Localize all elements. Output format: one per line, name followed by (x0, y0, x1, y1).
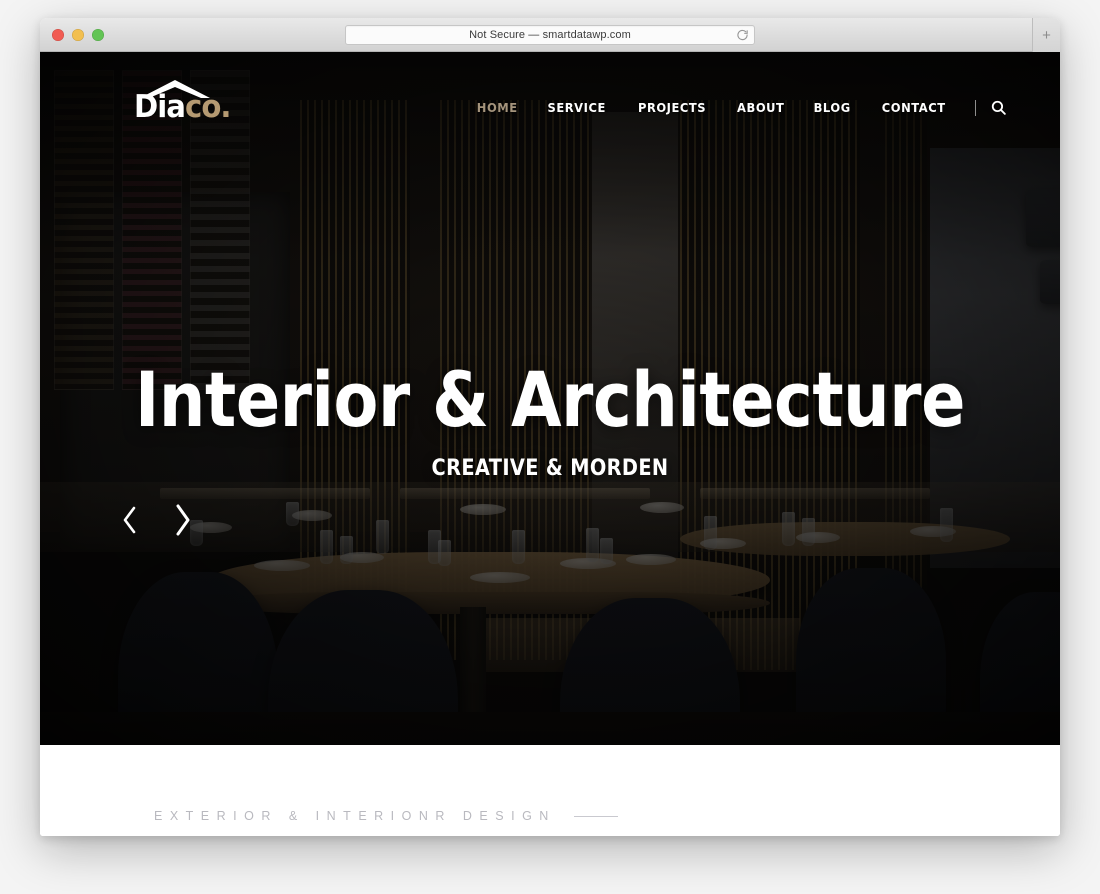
close-window-button[interactable] (52, 28, 64, 41)
logo-text-accent: co. (185, 89, 231, 125)
nav-item-about[interactable]: ABOUT (725, 94, 796, 121)
window-controls (52, 28, 104, 41)
services-section: EXTERIOR & INTERIONR DESIGN (40, 745, 1060, 836)
browser-window: Not Secure — smartdatawp.com + Diaco. HO… (40, 18, 1060, 836)
chevron-right-icon[interactable] (165, 500, 199, 540)
chevron-left-icon[interactable] (112, 500, 146, 540)
site-logo[interactable]: Diaco. (134, 78, 232, 128)
address-bar-container: Not Secure — smartdatawp.com (345, 24, 755, 45)
nav-item-projects[interactable]: PROJECTS (626, 94, 718, 121)
hero-subtitle: CREATIVE & MORDEN (431, 456, 669, 481)
hero-slider: Diaco. HOME SERVICE PROJECTS ABOUT BLOG … (40, 52, 1060, 745)
section-eyebrow: EXTERIOR & INTERIONR DESIGN (154, 809, 556, 823)
eyebrow-rule (573, 815, 618, 817)
address-bar[interactable]: Not Secure — smartdatawp.com (345, 24, 755, 45)
reload-icon[interactable] (736, 28, 749, 41)
nav-item-home[interactable]: HOME (465, 94, 530, 121)
nav-item-contact[interactable]: CONTACT (869, 94, 957, 121)
nav-item-blog[interactable]: BLOG (802, 94, 863, 121)
hero-copy: Interior & Architecture CREATIVE & MORDE… (40, 355, 1060, 482)
nav-item-service[interactable]: SERVICE (536, 94, 618, 121)
url-text: Not Secure — smartdatawp.com (469, 28, 631, 41)
nav-divider (975, 99, 976, 116)
minimize-window-button[interactable] (72, 28, 84, 41)
logo-text-primary: Dia (134, 89, 186, 125)
maximize-window-button[interactable] (92, 28, 104, 41)
new-tab-button[interactable]: + (1032, 18, 1060, 52)
search-icon[interactable] (988, 98, 1008, 118)
desktop-backdrop: Not Secure — smartdatawp.com + Diaco. HO… (0, 0, 1100, 894)
site-logo-text: Diaco. (134, 89, 232, 125)
main-navigation: HOME SERVICE PROJECTS ABOUT BLOG CONTACT (462, 94, 1008, 121)
hero-title: Interior & Architecture (135, 355, 965, 444)
browser-titlebar: Not Secure — smartdatawp.com + (40, 18, 1060, 52)
section-eyebrow-row: EXTERIOR & INTERIONR DESIGN (154, 809, 618, 823)
site-header: Diaco. HOME SERVICE PROJECTS ABOUT BLOG … (40, 52, 1060, 162)
page-viewport: Diaco. HOME SERVICE PROJECTS ABOUT BLOG … (40, 52, 1060, 836)
